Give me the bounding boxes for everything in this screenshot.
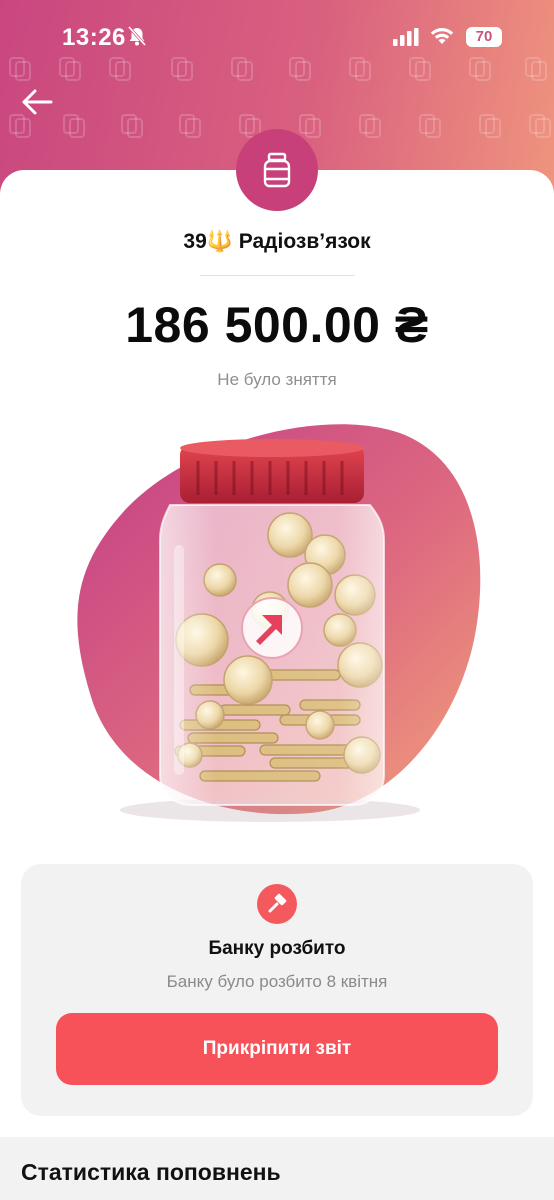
status-bar: 13:26 70: [0, 0, 554, 70]
jar-name: 39🔱 Радіозв’язок: [183, 230, 371, 253]
attach-report-button[interactable]: Прикріпити звіт: [56, 1013, 498, 1085]
name-divider: [200, 275, 355, 276]
jar-icon: [263, 152, 291, 188]
arrow-left-icon: [22, 89, 53, 115]
hammer-icon: [268, 893, 287, 913]
cellular-signal-icon: [393, 28, 419, 51]
wifi-icon: [429, 26, 455, 51]
bell-slash-icon: [126, 25, 148, 52]
jar-balance: 186 500.00 ₴: [125, 297, 429, 353]
jar-avatar: [236, 129, 318, 211]
jar-broken-panel: Банку розбито Банку було розбито 8 квітн…: [21, 864, 533, 1116]
status-time: 13:26: [62, 24, 126, 51]
battery-icon: 70: [466, 27, 502, 47]
stats-section: Статистика поповнень: [0, 1137, 554, 1200]
hammer-badge: [257, 884, 297, 924]
back-button[interactable]: [20, 88, 54, 116]
bank-logo-icon: [241, 597, 303, 659]
stats-title: Статистика поповнень: [21, 1159, 281, 1185]
withdrawal-note: Не було зняття: [217, 370, 337, 389]
panel-title: Банку розбито: [208, 938, 346, 959]
panel-subtitle: Банку було розбито 8 квітня: [166, 972, 388, 991]
jar-illustration: [77, 424, 481, 822]
